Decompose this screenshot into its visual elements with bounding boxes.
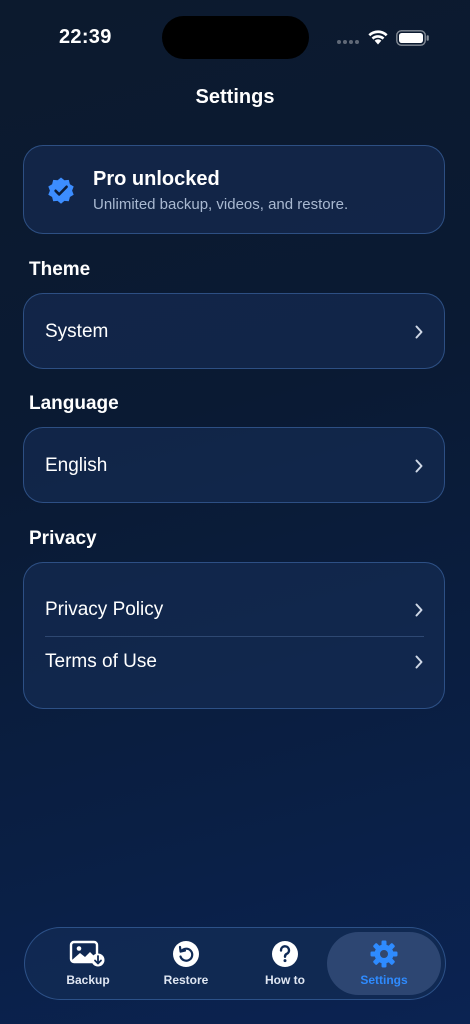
dynamic-island: [162, 16, 309, 59]
privacy-card: Privacy Policy Terms of Use: [23, 562, 445, 709]
tab-how-to-label: How to: [265, 973, 305, 987]
language-row[interactable]: English: [24, 440, 444, 492]
privacy-policy-label: Privacy Policy: [45, 599, 164, 620]
terms-of-use-label: Terms of Use: [45, 651, 157, 672]
chevron-right-icon: [415, 325, 423, 339]
tab-restore[interactable]: Restore: [129, 932, 243, 995]
privacy-policy-row[interactable]: Privacy Policy: [24, 584, 444, 636]
tab-settings-label: Settings: [360, 973, 408, 987]
tab-backup-label: Backup: [66, 973, 110, 987]
chevron-right-icon: [415, 459, 423, 473]
cellular-signal-icon: [337, 40, 359, 44]
pro-status-card: Pro unlocked Unlimited backup, videos, a…: [23, 145, 445, 234]
status-time: 22:39: [59, 26, 112, 48]
pro-subtitle: Unlimited backup, videos, and restore.: [93, 196, 349, 213]
chevron-right-icon: [415, 603, 423, 617]
battery-icon: [396, 30, 429, 46]
restore-icon: [173, 941, 199, 967]
tab-restore-label: Restore: [163, 973, 209, 987]
tab-bar: Backup Restore How to Settings: [24, 927, 446, 1000]
tab-settings[interactable]: Settings: [327, 932, 441, 995]
theme-section-label: Theme: [29, 259, 91, 280]
gear-icon: [370, 940, 398, 968]
theme-card: System: [23, 293, 445, 369]
privacy-section-label: Privacy: [29, 528, 97, 549]
theme-row[interactable]: System: [24, 306, 444, 358]
pro-title: Pro unlocked: [93, 168, 220, 190]
chevron-right-icon: [415, 655, 423, 669]
verified-badge-icon: [48, 177, 74, 204]
page-title: Settings: [195, 86, 275, 108]
tab-backup[interactable]: Backup: [31, 932, 145, 995]
tab-how-to[interactable]: How to: [228, 932, 342, 995]
wifi-icon: [368, 30, 388, 45]
photo-download-icon: [69, 940, 105, 967]
language-value: English: [45, 455, 108, 476]
question-icon: [272, 941, 298, 967]
language-section-label: Language: [29, 393, 119, 414]
terms-of-use-row[interactable]: Terms of Use: [24, 636, 444, 688]
theme-value: System: [45, 321, 109, 342]
language-card: English: [23, 427, 445, 503]
